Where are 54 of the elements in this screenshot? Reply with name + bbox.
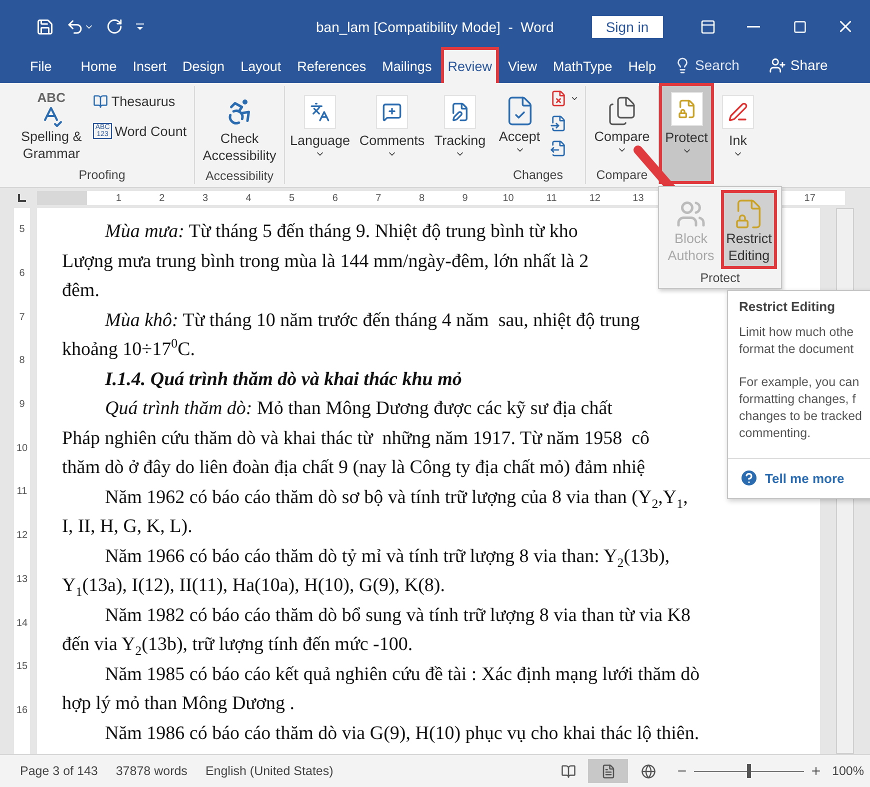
ruler-number: 10 bbox=[502, 192, 515, 204]
ruler-number: 2 bbox=[158, 192, 166, 204]
spelling-icon: ABC bbox=[37, 91, 66, 104]
document-text-line: Năm 1966 có báo cáo thăm dò tỷ mỉ và tính trữ lượng 8 via than: Y$_{2}$(13b), bbox=[104, 544, 670, 571]
document-text-line: hợp lý mỏ than Mông Dương . bbox=[62, 692, 295, 716]
ruler-number: 8 bbox=[418, 192, 426, 204]
ruler-number: 1 bbox=[114, 192, 122, 204]
ruler-number: 11 bbox=[16, 485, 28, 500]
document-text-line: đêm. bbox=[62, 279, 100, 303]
ruler-number: 16 bbox=[15, 704, 29, 718]
document-text-line: khoảng 10÷17$^{0}$C. bbox=[62, 335, 196, 362]
ruler-number: 13 bbox=[15, 572, 29, 587]
ruler-number: 17 bbox=[803, 192, 816, 204]
document-text-line: Năm 1986 có báo cáo thăm dò via G(9), H(10) phục vụ cho khai thác lộ thiên. bbox=[104, 722, 700, 746]
ruler-number: 12 bbox=[15, 529, 29, 544]
document-text-line: Lượng mưa trung bình trong mùa là 144 mm/ngày-đêm, lớn nhất là 2 bbox=[62, 250, 589, 274]
document-text-line: Quá trình thăm dò: Mỏ than Mông Dương được các kỹ sư địa chất bbox=[104, 397, 612, 421]
document-text-line: Năm 1985 có báo cáo kết quả nghiên cứu đề tài : Xác định mạng lưới thăm dò bbox=[104, 662, 700, 686]
document-text-line: I, II, H, G, K, L). bbox=[62, 515, 192, 539]
document-text-line: thăm dò ở đây do liên đoàn địa chất 9 (nay là Công ty địa chất mỏ) đảm nhiệ bbox=[62, 456, 646, 480]
ruler-number: 5 bbox=[18, 223, 26, 238]
group-label: Changes bbox=[512, 168, 564, 184]
ruler-number: 14 bbox=[15, 616, 29, 631]
ruler-number: 11 bbox=[545, 192, 558, 204]
ruler-number: 10 bbox=[15, 442, 29, 456]
document-text-line: Năm 1962 có báo cáo thăm dò sơ bộ và tính trữ lượng của 8 via than (Y$_{2}$,Y$_{1}$, bbox=[104, 486, 688, 512]
ruler-number: 9 bbox=[18, 398, 26, 412]
group-label: Protect bbox=[699, 270, 741, 287]
group-label: Accessibility bbox=[204, 169, 275, 184]
tooltip-text: Limit how much othe format the document bbox=[739, 324, 854, 358]
ruler-number: 7 bbox=[18, 310, 26, 325]
document-text-line: đến via Y$_{2}$(13b), trữ lượng tính đến mức -100. bbox=[62, 633, 413, 660]
document-text-line: Mùa mưa: Từ tháng 5 đến tháng 9. Nhiệt độ trung bình từ kho bbox=[104, 220, 578, 244]
group-label: Compare bbox=[595, 168, 649, 184]
ruler-number: 6 bbox=[18, 267, 26, 282]
ruler-number: 9 bbox=[461, 192, 469, 204]
document-text-line: Pháp nghiên cứu thăm dò và khai thác từ những năm 1917. Từ năm 1958 cô bbox=[62, 426, 650, 450]
ruler-number: 13 bbox=[632, 192, 645, 204]
ruler-number: 15 bbox=[15, 660, 29, 674]
ruler-number: 7 bbox=[374, 192, 382, 204]
ruler-number: 12 bbox=[588, 192, 602, 204]
document-text-line: Mùa khô: Từ tháng 10 năm trước đến tháng 4 năm sau, nhiệt độ trung bbox=[104, 308, 640, 332]
document-text-line: Y$_{1}$(13a), I(12), II(11), Ha(10a), H(10), G(9), K(8). bbox=[62, 574, 445, 600]
tooltip-text: For example, you can formatting changes, f changes to be tracked commenting. bbox=[739, 374, 862, 442]
ruler-number: 4 bbox=[244, 192, 252, 204]
ruler-number: 8 bbox=[18, 354, 26, 368]
window-title: ban_lam [Compatibility Mode] - Word bbox=[316, 18, 554, 34]
ruler-number: 5 bbox=[288, 192, 296, 204]
section-heading: I.1.4. Quá trình thăm dò và khai thác khu mỏ bbox=[104, 368, 462, 392]
document-text-line: Năm 1982 có báo cáo thăm dò bổ sung và tính trữ lượng 8 via than từ via K8 bbox=[104, 604, 691, 628]
tooltip-title: Restrict Editing bbox=[739, 299, 836, 314]
ruler-number: 3 bbox=[201, 192, 210, 204]
ruler-number: 6 bbox=[331, 192, 339, 204]
group-label: Proofing bbox=[78, 168, 126, 184]
